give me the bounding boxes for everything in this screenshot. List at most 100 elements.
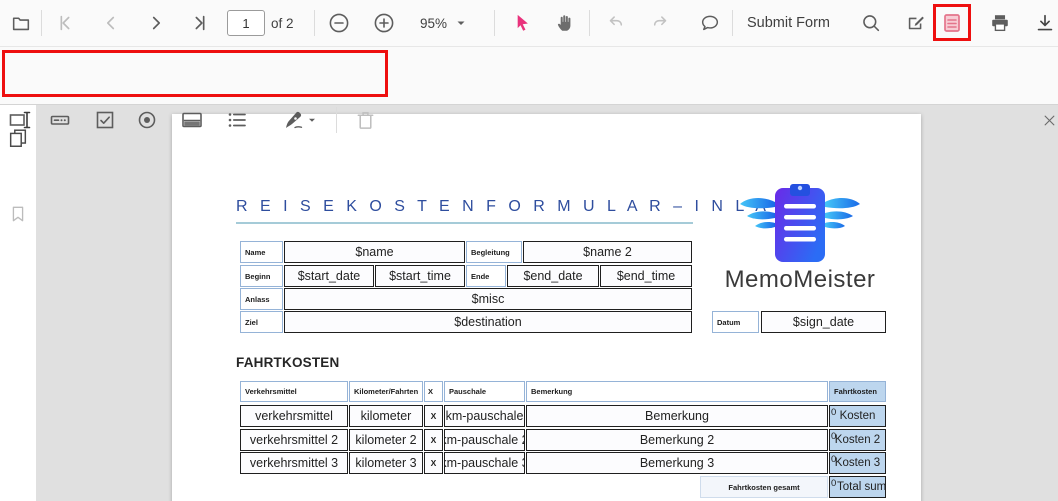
col-header-kilometer: Kilometer/Fahrten	[349, 381, 423, 402]
form-field-sign-date[interactable]: $sign_date	[761, 311, 886, 333]
form-field-kosten-3[interactable]: 0 Kosten 3	[829, 452, 886, 474]
next-page-button[interactable]	[141, 8, 171, 38]
pdf-viewer-app: of 2 95% Submit Form	[0, 0, 1058, 501]
form-field-verkehrsmittel-3[interactable]: verkehrsmittel 3	[240, 452, 348, 474]
checkbox-tool-button[interactable]	[89, 104, 121, 136]
zoom-level-dropdown[interactable]: 95%	[420, 0, 468, 46]
kosten-value-1: 0	[831, 407, 837, 418]
form-field-bemerkung-2[interactable]: Bemerkung 2	[526, 429, 828, 451]
form-field-name2[interactable]: $name 2	[523, 241, 692, 263]
total-placeholder: Total sum €	[837, 481, 886, 493]
col-header-pauschale: Pauschale	[444, 381, 525, 402]
form-field-bemerkung-1[interactable]: Bemerkung	[526, 405, 828, 427]
document-title: R E I S E K O S T E N F O R M U L A R – …	[236, 198, 817, 215]
first-page-button[interactable]	[50, 8, 80, 38]
zoom-out-button[interactable]	[324, 8, 354, 38]
print-button[interactable]	[985, 8, 1015, 38]
title-underline	[236, 222, 693, 224]
col-header-bemerkung: Bemerkung	[526, 381, 828, 402]
form-field-misc[interactable]: $misc	[284, 288, 692, 310]
redo-button[interactable]	[645, 8, 675, 38]
col-header-x: X	[424, 381, 443, 402]
toolbar-divider	[41, 10, 42, 36]
chevron-right-icon	[152, 16, 161, 30]
form-field-bemerkung-3[interactable]: Bemerkung 3	[526, 452, 828, 474]
combobox-tool-icon	[182, 112, 202, 128]
folder-icon	[12, 17, 30, 31]
kosten-placeholder-2: Kosten 2	[834, 434, 881, 446]
form-field-end-date[interactable]: $end_date	[507, 265, 599, 287]
undo-button[interactable]	[601, 8, 631, 38]
form-field-kosten-1[interactable]: 0 Kosten	[829, 405, 886, 427]
last-page-icon	[195, 15, 205, 31]
form-field-kilometer-3[interactable]: kilometer 3	[349, 452, 423, 474]
delete-field-button[interactable]	[349, 104, 381, 136]
listbox-tool-button[interactable]	[221, 104, 253, 136]
form-field-start-date[interactable]: $start_date	[284, 265, 374, 287]
redo-icon	[653, 16, 667, 26]
select-tool-button[interactable]	[508, 8, 538, 38]
download-button[interactable]	[1030, 8, 1058, 38]
col-header-verkehrsmittel: Verkehrsmittel	[240, 381, 348, 402]
text-tool-button[interactable]	[44, 104, 76, 136]
toolbar-divider	[732, 10, 733, 36]
form-field-kilometer-1[interactable]: kilometer	[349, 405, 423, 427]
comment-button[interactable]	[695, 8, 725, 38]
signature-tool-caret[interactable]	[303, 104, 321, 136]
label-ziel: Ziel	[240, 311, 283, 333]
toolbar-divider	[336, 107, 337, 133]
left-panel-rail	[0, 105, 36, 501]
sidebar-toggle-button[interactable]	[6, 8, 36, 38]
listbox-tool-icon	[228, 113, 246, 127]
kosten-placeholder-1: Kosten	[839, 410, 876, 422]
label-begleitung: Begleitung	[466, 241, 522, 263]
form-editor-icon	[944, 14, 960, 32]
previous-page-button[interactable]	[96, 8, 126, 38]
search-button[interactable]	[856, 8, 886, 38]
select-pointer-icon	[517, 14, 528, 31]
text-field-tool-button[interactable]	[4, 104, 36, 136]
form-editor-button[interactable]	[937, 8, 967, 38]
form-field-pauschale-3[interactable]: km-pauschale 3	[444, 452, 525, 474]
annotate-button[interactable]	[901, 8, 931, 38]
edit-note-icon	[908, 16, 924, 30]
form-field-pauschale-2[interactable]: km-pauschale 2	[444, 429, 525, 451]
text-input-tool-icon	[50, 115, 70, 125]
caret-down-icon	[457, 21, 465, 26]
form-field-end-time[interactable]: $end_time	[600, 265, 692, 287]
form-field-verkehrsmittel-1[interactable]: verkehrsmittel	[240, 405, 348, 427]
hand-tool-button[interactable]	[550, 8, 580, 38]
form-field-start-time[interactable]: $start_time	[375, 265, 465, 287]
form-field-x-2[interactable]: X	[424, 429, 443, 451]
submit-form-button[interactable]: Submit Form	[747, 0, 830, 46]
form-field-x-1[interactable]: X	[424, 405, 443, 427]
form-field-kosten-2[interactable]: 0 Kosten 2	[829, 429, 886, 451]
comment-bubble-icon	[701, 15, 719, 31]
form-field-fahrtkosten-gesamt[interactable]: 0Total sum €	[829, 476, 886, 498]
form-field-pauschale-1[interactable]: km-pauschale	[444, 405, 525, 427]
toolbar-divider	[494, 10, 495, 36]
checkbox-tool-icon	[96, 111, 114, 129]
form-field-verkehrsmittel-2[interactable]: verkehrsmittel 2	[240, 429, 348, 451]
bookmarks-panel-button[interactable]	[5, 201, 31, 227]
last-page-button[interactable]	[185, 8, 215, 38]
close-form-toolbar-button[interactable]	[1033, 104, 1058, 136]
trash-icon	[357, 111, 373, 129]
combobox-tool-button[interactable]	[176, 104, 208, 136]
download-icon	[1037, 14, 1053, 31]
form-field-x-3[interactable]: X	[424, 452, 443, 474]
col-header-fahrtkosten: Fahrtkosten	[829, 381, 886, 402]
label-name: Name	[240, 241, 283, 263]
toolbar-divider	[589, 10, 590, 36]
label-anlass: Anlass	[240, 288, 283, 310]
memomeister-wordmark: MemoMeister	[724, 266, 876, 293]
form-field-name[interactable]: $name	[284, 241, 465, 263]
form-field-destination[interactable]: $destination	[284, 311, 692, 333]
zoom-in-button[interactable]	[369, 8, 399, 38]
main-toolbar: of 2 95% Submit Form	[0, 0, 1058, 47]
page-number-input[interactable]	[227, 10, 265, 36]
radio-button-tool-button[interactable]	[131, 104, 163, 136]
memomeister-logo-icon	[740, 184, 860, 262]
undo-icon	[609, 16, 623, 26]
form-field-kilometer-2[interactable]: kilometer 2	[349, 429, 423, 451]
